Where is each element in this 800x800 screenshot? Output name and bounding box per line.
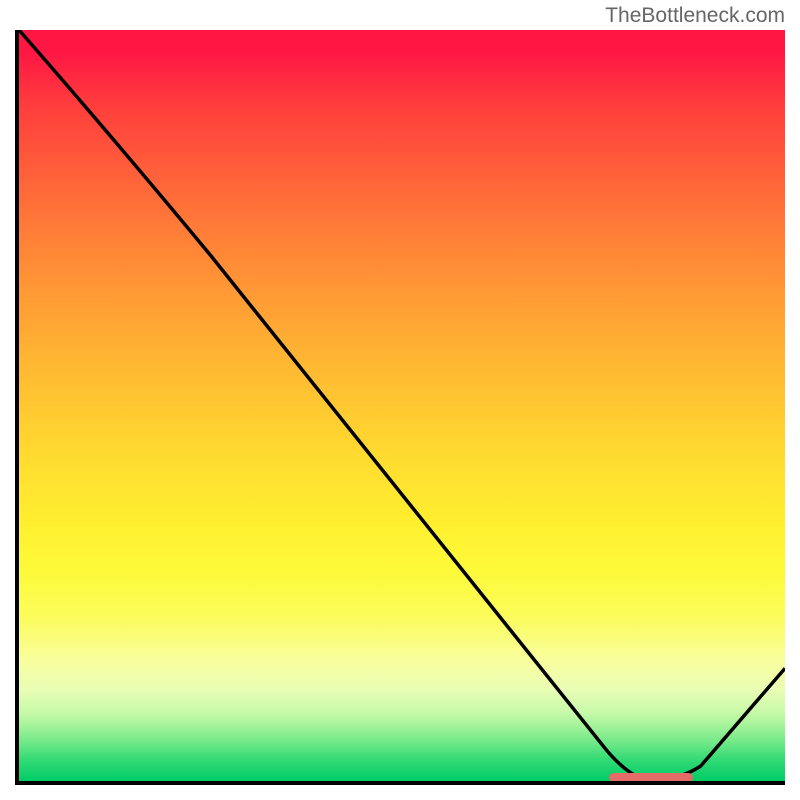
watermark-text: TheBottleneck.com bbox=[605, 4, 785, 28]
chart-axes-frame bbox=[15, 30, 785, 785]
